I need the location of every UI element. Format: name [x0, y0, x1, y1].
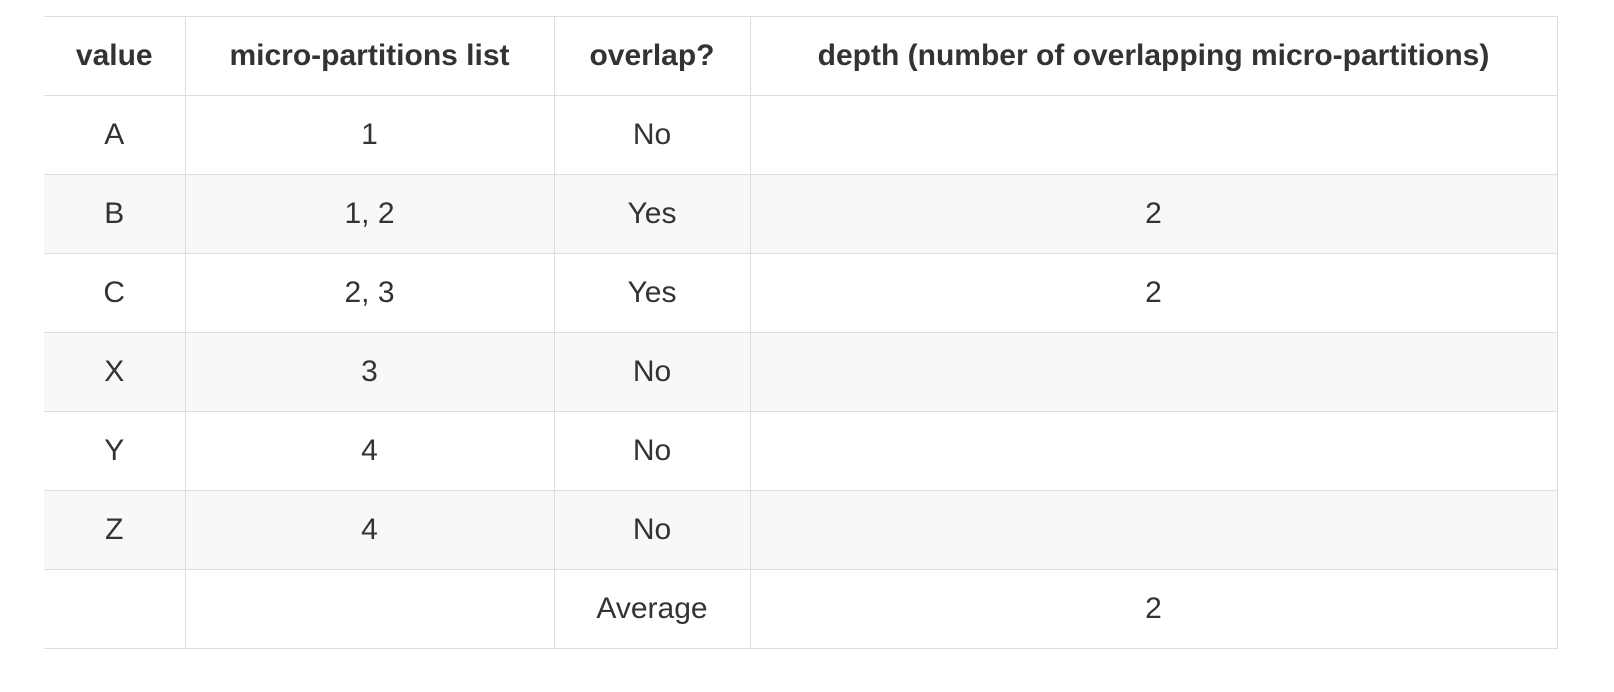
cell-value: A: [44, 95, 186, 175]
cell-depth: [749, 490, 1558, 570]
cell-micro-partitions-list: 4: [184, 411, 555, 491]
cell-depth: 2: [749, 174, 1558, 254]
cell-value: [44, 569, 186, 649]
table-container: value micro-partitions list overlap? dep…: [44, 16, 1558, 649]
cell-micro-partitions-list: 2, 3: [184, 253, 555, 333]
cell-depth: [749, 95, 1558, 175]
cell-value: Z: [44, 490, 186, 570]
average-depth: 2: [749, 569, 1558, 649]
cell-overlap: No: [553, 411, 751, 491]
table-row: B 1, 2 Yes 2: [44, 174, 1558, 254]
cell-overlap: Yes: [553, 253, 751, 333]
header-micro-partitions-list: micro-partitions list: [184, 16, 555, 96]
cell-depth: 2: [749, 253, 1558, 333]
cell-micro-partitions-list: 4: [184, 490, 555, 570]
header-row: value micro-partitions list overlap? dep…: [44, 16, 1558, 96]
overlap-depth-table: value micro-partitions list overlap? dep…: [44, 16, 1558, 649]
cell-overlap: No: [553, 332, 751, 412]
table-row: Y 4 No: [44, 411, 1558, 491]
table-row: Z 4 No: [44, 490, 1558, 570]
header-overlap: overlap?: [553, 16, 751, 96]
cell-micro-partitions-list: 3: [184, 332, 555, 412]
cell-overlap: Yes: [553, 174, 751, 254]
header-value: value: [44, 16, 186, 96]
cell-micro-partitions-list: 1, 2: [184, 174, 555, 254]
cell-value: B: [44, 174, 186, 254]
cell-value: C: [44, 253, 186, 333]
table-row: A 1 No: [44, 95, 1558, 175]
table-row: C 2, 3 Yes 2: [44, 253, 1558, 333]
average-row: Average 2: [44, 569, 1558, 649]
cell-depth: [749, 411, 1558, 491]
cell-overlap: No: [553, 95, 751, 175]
cell-value: X: [44, 332, 186, 412]
header-depth: depth (number of overlapping micro-parti…: [749, 16, 1558, 96]
cell-micro-partitions-list: 1: [184, 95, 555, 175]
table-row: X 3 No: [44, 332, 1558, 412]
cell-value: Y: [44, 411, 186, 491]
average-label: Average: [553, 569, 751, 649]
cell-depth: [749, 332, 1558, 412]
cell-micro-partitions-list: [184, 569, 555, 649]
cell-overlap: No: [553, 490, 751, 570]
